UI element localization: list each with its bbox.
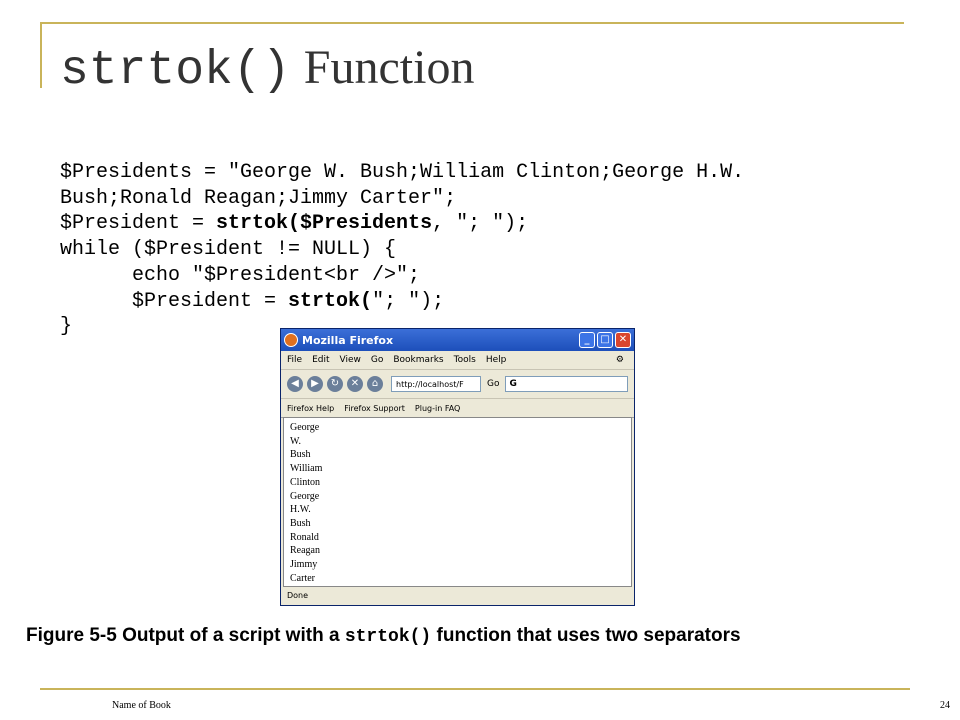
- stop-icon[interactable]: ✕: [347, 376, 363, 392]
- code-segment: $Presidents = "George W. Bush;William Cl…: [60, 161, 745, 184]
- maximize-button[interactable]: □: [597, 332, 613, 348]
- menu-bar: File Edit View Go Bookmarks Tools Help ⚙: [281, 351, 634, 370]
- code-line: $President = strtok("; ");: [60, 289, 744, 315]
- output-line: William: [290, 463, 323, 475]
- code-block: $Presidents = "George W. Bush;William Cl…: [60, 160, 744, 340]
- output-line: Ronald: [290, 531, 319, 543]
- slide-title-code: strtok(): [60, 44, 291, 98]
- close-button[interactable]: ✕: [615, 332, 631, 348]
- output-line: Carter: [290, 572, 315, 584]
- menu-view[interactable]: View: [340, 355, 361, 365]
- nav-toolbar: ◀ ▶ ↻ ✕ ⌂ http://localhost/F Go G: [281, 370, 634, 399]
- back-icon[interactable]: ◀: [287, 376, 303, 392]
- bookmark-firefox-support[interactable]: Firefox Support: [344, 404, 405, 413]
- output-line: Bush: [290, 449, 311, 461]
- top-rule: [40, 22, 904, 24]
- output-line: W.: [290, 435, 302, 447]
- footer-book-name: Name of Book: [112, 700, 171, 711]
- caption-code: strtok(): [344, 627, 432, 647]
- bottom-rule: [40, 688, 910, 690]
- code-segment: strtok(: [288, 289, 373, 313]
- output-line: Jimmy: [290, 559, 318, 571]
- output-line: George: [290, 422, 320, 433]
- menu-edit[interactable]: Edit: [312, 355, 329, 365]
- status-bar: Done: [287, 591, 309, 600]
- code-line: $Presidents = "George W. Bush;William Cl…: [60, 160, 744, 186]
- code-segment: }: [60, 315, 73, 339]
- code-segment: Bush;Ronald Reagan;Jimmy Carter";: [60, 186, 457, 210]
- home-icon[interactable]: ⌂: [367, 376, 383, 392]
- slide-title: strtok() Function: [60, 38, 474, 101]
- menu-file[interactable]: File: [287, 355, 302, 365]
- minimize-button[interactable]: _: [579, 332, 595, 348]
- caption-suffix: function that uses two separators: [431, 625, 741, 646]
- bookmarks-toolbar: Firefox Help Firefox Support Plug-in FAQ: [281, 399, 634, 418]
- forward-icon[interactable]: ▶: [307, 376, 323, 392]
- code-segment: "; ");: [372, 289, 445, 313]
- code-segment: $President =: [60, 212, 217, 236]
- output-line: Clinton: [290, 476, 321, 488]
- left-rule: [40, 22, 42, 88]
- code-segment: echo "$President<br />";: [60, 263, 421, 287]
- firefox-window: Mozilla Firefox _ □ ✕ File Edit View Go …: [280, 328, 635, 606]
- window-title: Mozilla Firefox: [302, 333, 394, 347]
- code-segment: strtok($Presidents: [216, 212, 433, 236]
- reload-icon[interactable]: ↻: [327, 376, 343, 392]
- firefox-icon: [284, 333, 298, 347]
- page-content: George W. Bush William Clinton George H.W. Bush…: [283, 417, 632, 587]
- window-titlebar[interactable]: Mozilla Firefox _ □ ✕: [281, 329, 634, 351]
- output-line: H.W.: [290, 504, 311, 516]
- bookmark-plugin-faq[interactable]: Plug-in FAQ: [415, 404, 460, 413]
- address-bar[interactable]: http://localhost/F: [391, 376, 481, 392]
- slide-title-text: Function: [303, 41, 475, 94]
- output-line: Bush: [290, 517, 311, 529]
- throbber-icon: ⚙: [615, 355, 624, 365]
- bookmark-firefox-help[interactable]: Firefox Help: [287, 404, 334, 413]
- menu-help[interactable]: Help: [486, 355, 507, 365]
- code-segment: , "; ");: [432, 212, 529, 236]
- code-line: echo "$President<br />";: [60, 263, 744, 289]
- output-list: George W. Bush William Clinton George H.W. Bush…: [284, 418, 631, 585]
- menu-bookmarks[interactable]: Bookmarks: [393, 355, 443, 365]
- page-number: 24: [940, 700, 950, 711]
- menu-tools[interactable]: Tools: [454, 355, 476, 365]
- go-button[interactable]: Go: [487, 379, 499, 389]
- output-line: George: [290, 490, 320, 502]
- search-box[interactable]: G: [505, 376, 628, 392]
- code-line: Bush;Ronald Reagan;Jimmy Carter";: [60, 186, 744, 212]
- code-line: $President = strtok($Presidents, "; ");: [60, 211, 744, 237]
- figure-caption: Figure 5-5 Output of a script with a str…: [26, 625, 741, 647]
- code-segment: while ($President != NULL) {: [60, 238, 397, 262]
- code-segment: $President =: [60, 289, 289, 313]
- output-line: Reagan: [290, 545, 320, 557]
- menu-go[interactable]: Go: [371, 355, 383, 365]
- caption-prefix: Figure 5-5 Output of a script with a: [26, 625, 345, 646]
- code-line: while ($President != NULL) {: [60, 237, 744, 263]
